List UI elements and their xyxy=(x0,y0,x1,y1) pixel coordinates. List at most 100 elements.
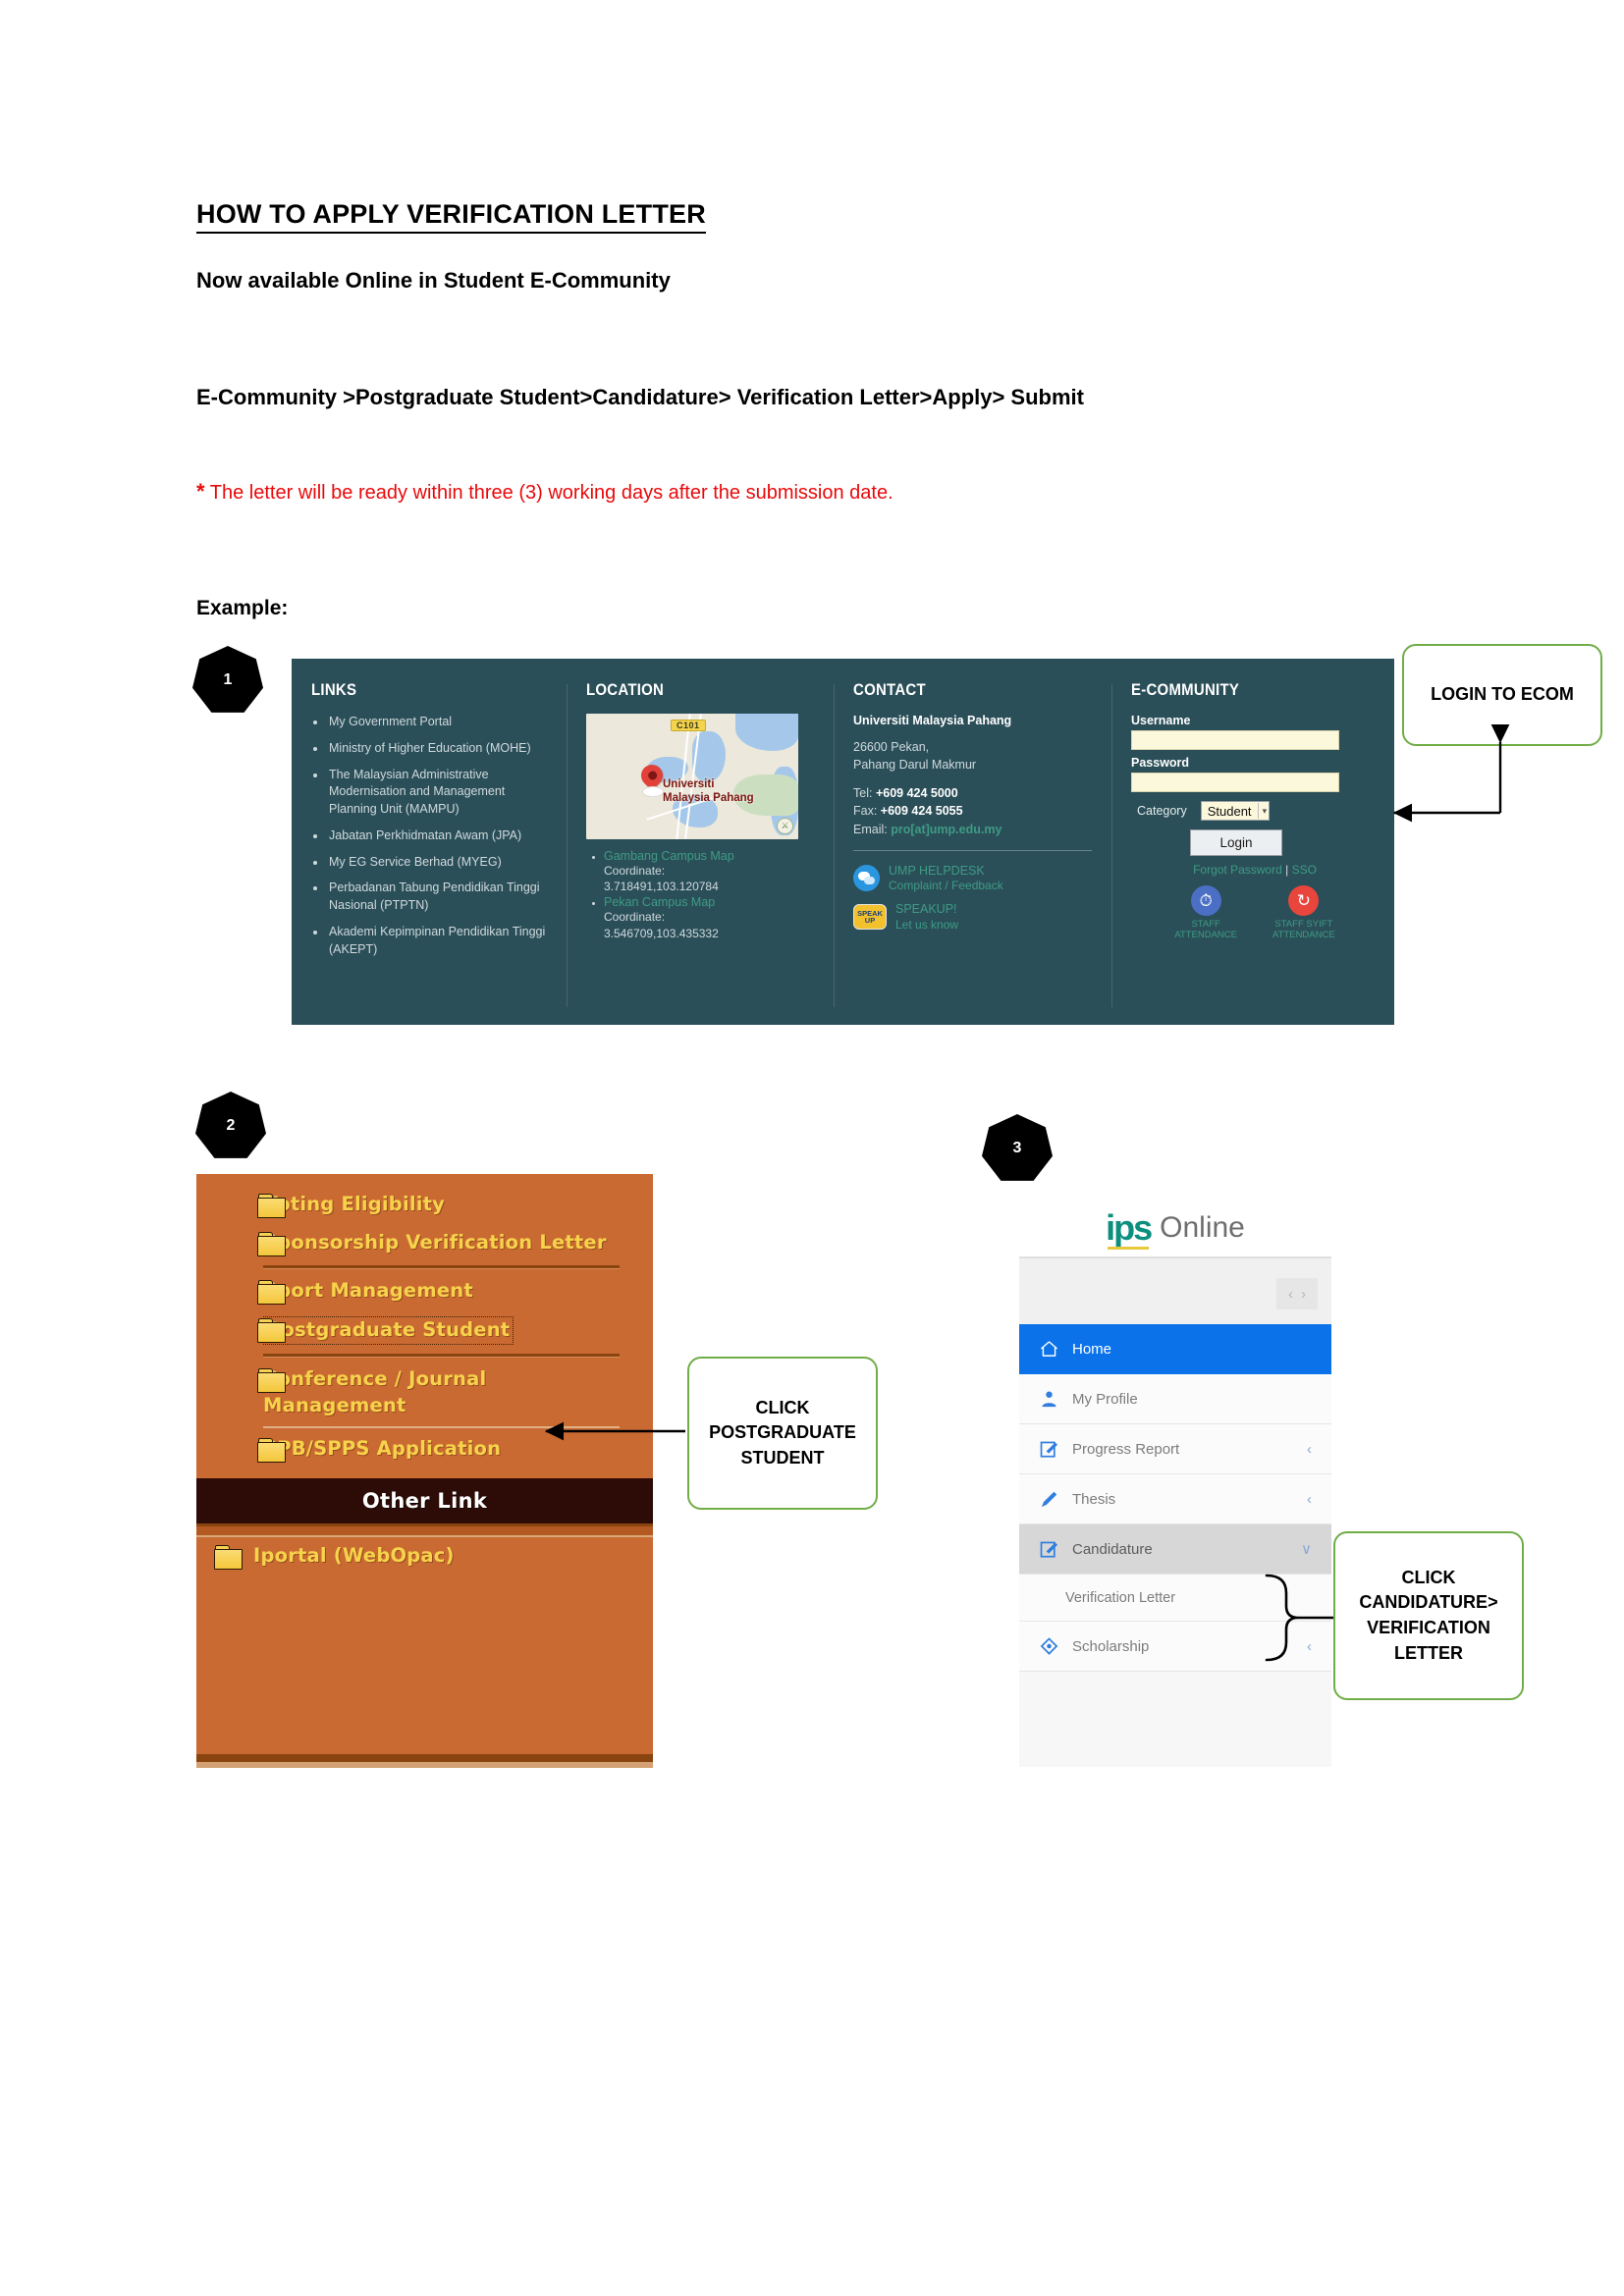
divider xyxy=(196,1523,653,1538)
location-heading: LOCATION xyxy=(586,680,665,699)
list-item[interactable]: The Malaysian Administrative Modernisati… xyxy=(311,767,551,819)
list-item[interactable]: Akademi Kepimpinan Pendidikan Tinggi (AK… xyxy=(311,924,551,959)
edit-square-icon xyxy=(1038,1538,1059,1560)
sidebar-item-scholarship[interactable]: Scholarship ‹ xyxy=(1019,1622,1331,1672)
tel-label: Tel: xyxy=(853,786,873,801)
step-badge-2: 2 xyxy=(195,1092,266,1158)
address-line-2: Pahang Darul Makmur xyxy=(853,758,977,773)
divider xyxy=(263,1264,620,1269)
folder-icon xyxy=(214,1545,243,1571)
page-subtitle: Now available Online in Student E-Commun… xyxy=(196,268,671,293)
chevron-right-icon[interactable]: › xyxy=(1301,1286,1306,1303)
telephone-line: Tel: +609 424 5000 xyxy=(853,784,1096,802)
folder-icon xyxy=(257,1367,286,1393)
map-label-line1: Universiti xyxy=(663,778,715,790)
menu-item-label: Conference / Journal Management xyxy=(263,1366,487,1416)
address: 26600 Pekan, Pahang Darul Makmur xyxy=(853,738,1096,774)
ips-logo: ips Online xyxy=(1019,1200,1331,1256)
sidebar-item-candidature[interactable]: Candidature ∨ xyxy=(1019,1524,1331,1575)
map-location-label: Universiti Malaysia Pahang xyxy=(663,778,754,806)
helpdesk-subtitle: Complaint / Feedback xyxy=(889,878,1003,892)
staff-attendance-line2: ATTENDANCE xyxy=(1174,930,1237,941)
note-body: The letter will be ready within three (3… xyxy=(209,482,893,504)
coordinate-value: 3.546709,103.435332 xyxy=(604,926,719,940)
callout-login-to-ecom: LOGIN TO ECOM xyxy=(1402,644,1602,746)
menu-item-sport-management[interactable]: Sport Management xyxy=(196,1272,653,1310)
list-item[interactable]: My Government Portal xyxy=(311,714,551,731)
callout-text: CLICK CANDIDATURE> VERIFICATION LETTER xyxy=(1359,1567,1498,1663)
gambang-campus-map-link[interactable]: Gambang Campus Map xyxy=(604,849,818,863)
category-select[interactable]: Student ▾ xyxy=(1200,801,1271,821)
example-label: Example: xyxy=(196,597,289,619)
sidebar-item-my-profile[interactable]: My Profile xyxy=(1019,1374,1331,1424)
ribbon-icon xyxy=(1038,1635,1059,1657)
category-value: Student xyxy=(1207,803,1252,819)
carousel-nav[interactable]: ‹ › xyxy=(1276,1278,1318,1309)
links-heading: LINKS xyxy=(311,680,357,699)
login-button[interactable]: Login xyxy=(1190,829,1282,856)
location-entries: Gambang Campus Map Coordinate: 3.718491,… xyxy=(586,849,818,941)
ips-logo-mark: ips xyxy=(1106,1207,1153,1250)
ecommunity-heading: E-COMMUNITY xyxy=(1131,680,1240,699)
callout-click-postgraduate-student: CLICK POSTGRADUATE STUDENT xyxy=(687,1357,878,1510)
document-page: HOW TO APPLY VERIFICATION LETTER Now ava… xyxy=(0,0,1624,2296)
staff-syift-attendance-button[interactable]: ↻ STAFF SYIFT ATTENDANCE xyxy=(1272,885,1335,941)
sidebar-item-progress-report[interactable]: Progress Report ‹ xyxy=(1019,1424,1331,1474)
list-item[interactable]: My EG Service Berhad (MYEG) xyxy=(311,854,551,872)
menu-item-spb-spps-application[interactable]: SPB/SPPS Application xyxy=(196,1430,653,1468)
speakup-item[interactable]: SPEAK UP SPEAKUP! Let us know xyxy=(853,901,1096,933)
sso-link[interactable]: SSO xyxy=(1292,863,1317,877)
pekan-campus-map-link[interactable]: Pekan Campus Map xyxy=(604,895,818,909)
email-line: Email: pro[at]ump.edu.my xyxy=(853,821,1096,838)
password-input[interactable] xyxy=(1131,773,1339,792)
list-item[interactable]: Ministry of Higher Education (MOHE) xyxy=(311,740,551,758)
footer-location-column: LOCATION C101 Universiti Malaysia Pahang xyxy=(567,680,834,1025)
helpdesk-item[interactable]: UMP HELPDESK Complaint / Feedback xyxy=(853,863,1096,894)
organisation-name: Universiti Malaysia Pahang xyxy=(853,714,1012,727)
divider xyxy=(853,849,1092,851)
sidebar-item-label: Progress Report xyxy=(1072,1440,1180,1458)
menu-item-conference-journal-management[interactable]: Conference / Journal Management xyxy=(196,1361,653,1425)
chevron-left-icon[interactable]: ‹ xyxy=(1288,1286,1293,1303)
speakup-title: SPEAKUP! xyxy=(895,902,957,917)
menu-item-label: Sport Management xyxy=(263,1278,473,1302)
campus-map-image[interactable]: C101 Universiti Malaysia Pahang ⚔ xyxy=(586,714,798,839)
map-label-line2: Malaysia Pahang xyxy=(663,791,754,804)
list-item[interactable]: Perbadanan Tabung Pendidikan Tinggi Nasi… xyxy=(311,880,551,915)
sidebar-item-label: Thesis xyxy=(1072,1490,1116,1508)
folder-icon xyxy=(257,1279,286,1305)
menu-item-sponsorship-verification-letter[interactable]: Sponsorship Verification Letter xyxy=(196,1224,653,1262)
divider xyxy=(263,1353,620,1358)
coordinate-value: 3.718491,103.120784 xyxy=(604,880,719,894)
list-item[interactable]: Jabatan Perkhidmatan Awam (JPA) xyxy=(311,828,551,845)
other-link-header: Other Link xyxy=(196,1478,653,1524)
username-input[interactable] xyxy=(1131,730,1339,750)
tel-value: +609 424 5000 xyxy=(875,786,958,801)
page-title: HOW TO APPLY VERIFICATION LETTER xyxy=(196,199,706,234)
menu-item-iportal-webopac[interactable]: Iportal (WebOpac) xyxy=(196,1537,653,1575)
map-pin-base xyxy=(642,786,664,797)
password-label: Password xyxy=(1131,756,1190,770)
chevron-left-icon: ‹ xyxy=(1307,1440,1312,1458)
sidebar-subitem-verification-letter[interactable]: Verification Letter xyxy=(1019,1575,1331,1622)
staff-attendance-button[interactable]: ⏱ STAFF ATTENDANCE xyxy=(1174,885,1237,941)
panel-bottom-edge xyxy=(196,1754,653,1768)
menu-item-voting-eligibility[interactable]: Voting Eligibility xyxy=(196,1186,653,1224)
attendance-icons: ⏱ STAFF ATTENDANCE ↻ STAFF SYIFT ATTENDA… xyxy=(1131,885,1379,941)
menu-item-postgraduate-student[interactable]: Postgraduate Student xyxy=(196,1310,653,1351)
sidebar-item-label: Candidature xyxy=(1072,1540,1153,1558)
footer-ecommunity-column: E-COMMUNITY Username Password Category S… xyxy=(1111,680,1394,1025)
category-row: Category Student ▾ xyxy=(1137,801,1379,821)
staff-syift-line1: STAFF SYIFT xyxy=(1274,919,1333,930)
home-icon xyxy=(1038,1338,1059,1360)
forgot-password-link[interactable]: Forgot Password xyxy=(1193,863,1282,877)
menu-item-label: Postgraduate Student xyxy=(263,1315,514,1345)
email-value[interactable]: pro[at]ump.edu.my xyxy=(891,823,1001,836)
login-helper-links: Forgot Password | SSO xyxy=(1131,863,1379,877)
address-line-1: 26600 Pekan, xyxy=(853,740,930,754)
sidebar-item-thesis[interactable]: Thesis ‹ xyxy=(1019,1474,1331,1524)
ump-footer-screenshot: LINKS My Government Portal Ministry of H… xyxy=(292,659,1394,1025)
sidebar-item-home[interactable]: Home xyxy=(1019,1324,1331,1374)
step-badge-3: 3 xyxy=(982,1114,1053,1181)
note-asterisk: * xyxy=(196,479,205,504)
